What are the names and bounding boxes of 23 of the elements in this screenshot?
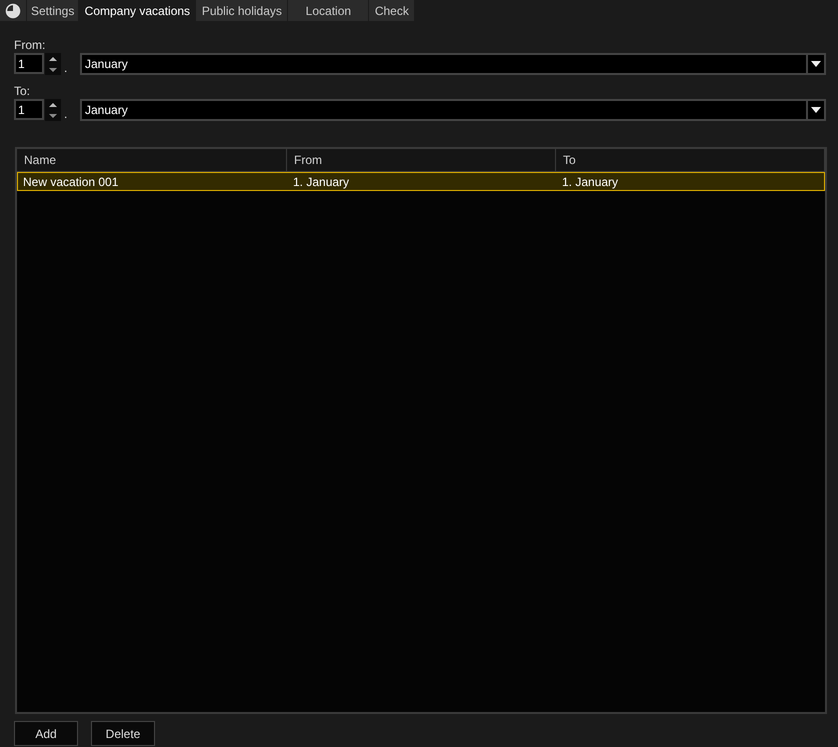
spinner-icon[interactable] (45, 98, 61, 120)
month-dropdown[interactable]: January (80, 52, 826, 74)
day-field[interactable]: 1 (14, 99, 44, 120)
pie-chart-icon (5, 2, 21, 18)
field-label: From: (14, 39, 46, 51)
delete-button[interactable]: Delete (91, 721, 155, 746)
month-dropdown[interactable]: January (80, 98, 826, 120)
dropdown-arrow-icon (811, 60, 821, 66)
tab[interactable]: Settings (27, 0, 78, 21)
spinner-icon[interactable] (45, 52, 61, 74)
table-row[interactable]: New vacation 001 1. January 1. January (17, 172, 825, 191)
tab[interactable]: Check (369, 0, 414, 21)
table-cell-text: New vacation 001 (22, 174, 120, 190)
tab[interactable]: Location (288, 0, 368, 21)
separator-text: . (63, 61, 68, 75)
table-cell-text: 1. January (561, 174, 620, 190)
tab[interactable]: Public holidays (196, 0, 288, 21)
add-button[interactable]: Add (14, 721, 78, 746)
table-cell-text: 1. January (292, 174, 350, 190)
dropdown-arrow-icon (811, 106, 821, 112)
field-label: To: (14, 85, 32, 97)
separator-text: . (63, 107, 68, 121)
day-field[interactable]: 1 (14, 53, 44, 74)
